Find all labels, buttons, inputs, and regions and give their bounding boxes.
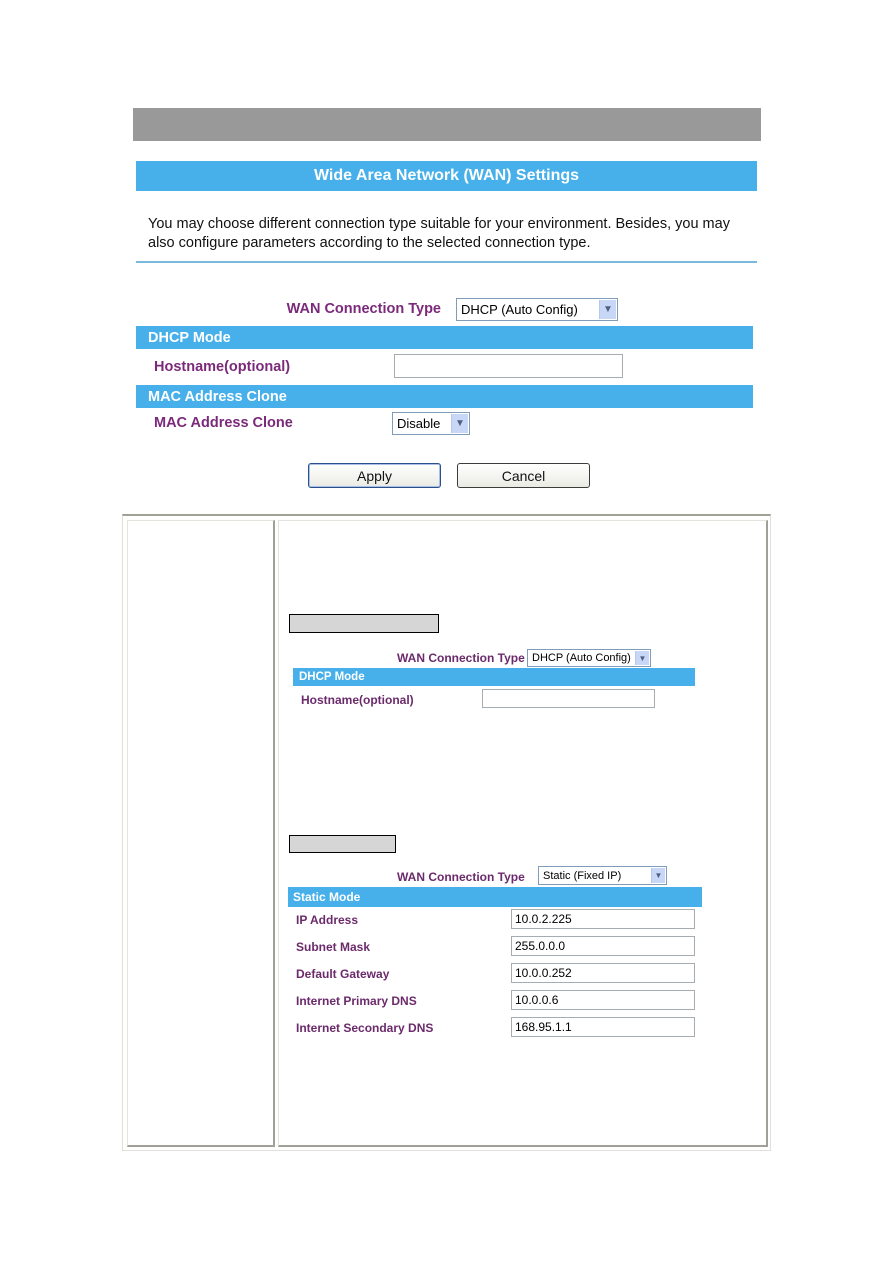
primary-dns-label: Internet Primary DNS [296,994,417,1008]
dhcp-mode-section-header: DHCP Mode [136,326,753,349]
apply-button[interactable]: Apply [308,463,441,488]
wan-connection-type-row: WAN Connection Type DHCP (Auto Config) ▼ [136,298,753,322]
table-cell-right: WAN Connection Type DHCP (Auto Config) ▼… [278,520,768,1147]
wan-connection-type-value: DHCP (Auto Config) [461,302,578,317]
default-gateway-label: Default Gateway [296,967,390,981]
wan-connection-type-label: WAN Connection Type [286,301,441,317]
wan-settings-title: Wide Area Network (WAN) Settings [136,161,757,191]
mac-address-clone-section-header: MAC Address Clone [136,385,753,408]
dhcp-example-hostname-label: Hostname(optional) [301,693,414,707]
secondary-dns-input[interactable]: 168.95.1.1 [511,1017,695,1037]
dhcp-example-hostname-input[interactable] [482,689,655,708]
static-example-connection-type-label: WAN Connection Type [397,870,525,884]
cancel-button[interactable]: Cancel [457,463,590,488]
wan-settings-description: You may choose different connection type… [148,216,730,251]
static-example-connection-type-value: Static (Fixed IP) [543,869,622,882]
mac-address-clone-select[interactable]: Disable ▼ [392,412,470,435]
dhcp-example-section-header: DHCP Mode [293,668,695,686]
ip-address-input[interactable]: 10.0.2.225 [511,909,695,929]
documentation-table: WAN Connection Type DHCP (Auto Config) ▼… [122,514,771,1151]
table-cell-left [127,520,275,1147]
chevron-down-icon[interactable]: ▼ [599,300,616,319]
chevron-down-icon[interactable]: ▼ [451,414,468,433]
static-mode-section-header: Static Mode [288,887,702,907]
secondary-dns-label: Internet Secondary DNS [296,1021,434,1035]
dhcp-example-connection-type-value: DHCP (Auto Config) [532,652,631,664]
subnet-mask-input[interactable]: 255.0.0.0 [511,936,695,956]
subnet-mask-label: Subnet Mask [296,940,371,954]
hostname-label: Hostname(optional) [154,359,291,375]
static-example-caption [289,835,396,853]
default-gateway-input[interactable]: 10.0.0.252 [511,963,695,983]
hostname-input[interactable] [394,354,623,378]
dhcp-example-connection-type-select[interactable]: DHCP (Auto Config) ▼ [527,649,651,667]
dhcp-example-caption [289,614,439,633]
dhcp-example-connection-type-label: WAN Connection Type [397,651,525,665]
mac-address-clone-value: Disable [397,416,441,431]
mac-address-clone-label: MAC Address Clone [154,415,293,431]
ip-address-label: IP Address [296,913,359,927]
wan-connection-type-select[interactable]: DHCP (Auto Config) ▼ [456,298,618,321]
page-header-bar [133,108,761,141]
static-example-connection-type-select[interactable]: Static (Fixed IP) ▼ [538,866,667,885]
chevron-down-icon[interactable]: ▼ [635,651,649,665]
chevron-down-icon[interactable]: ▼ [651,868,665,883]
divider [136,261,757,263]
primary-dns-input[interactable]: 10.0.0.6 [511,990,695,1010]
